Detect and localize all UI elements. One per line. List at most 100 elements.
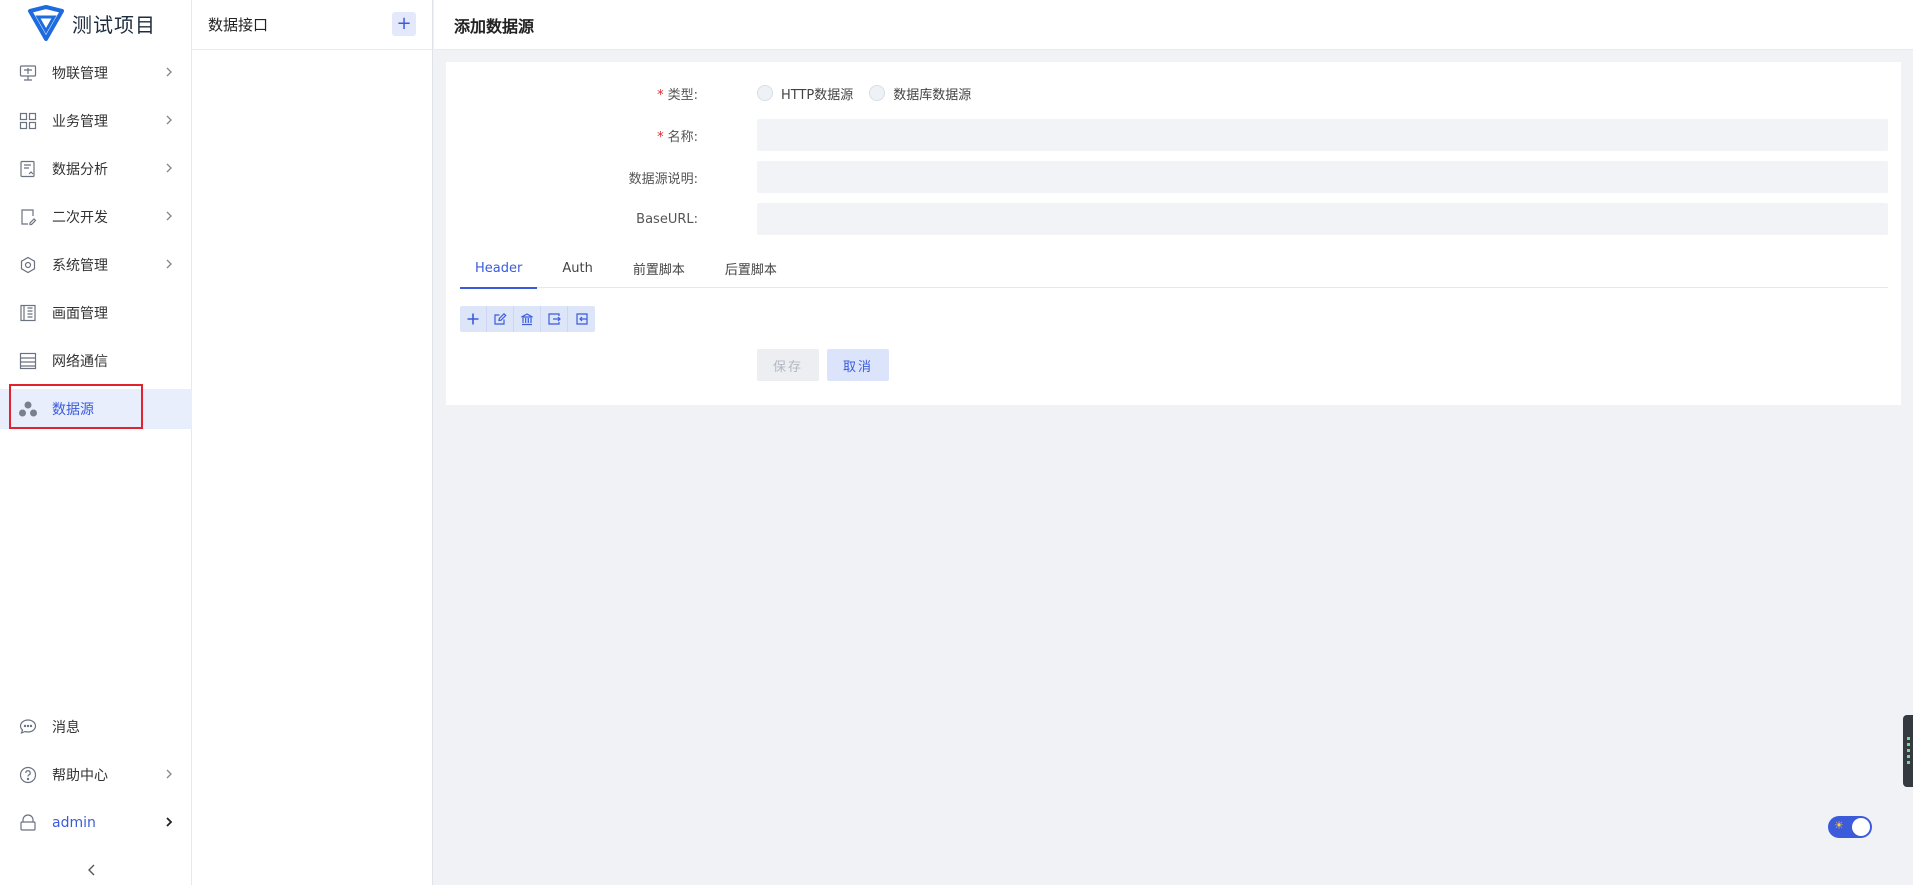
logo-icon xyxy=(28,5,64,41)
sidebar-item-label: 业务管理 xyxy=(52,114,108,130)
sidebar-item-dev[interactable]: 二次开发 xyxy=(0,197,192,237)
baseurl-input[interactable] xyxy=(757,203,1888,235)
radio-dot[interactable] xyxy=(757,85,773,101)
required-mark: * xyxy=(657,129,664,145)
cancel-button[interactable]: 取消 xyxy=(827,349,889,381)
toggle-knob xyxy=(1852,818,1870,836)
chevron-right-icon xyxy=(166,769,172,779)
sidebar: 测试项目 物联管理 业务管理 数据分析 二次开发 系统管理 画面管理 网络通信 … xyxy=(0,0,192,885)
help-circle-icon xyxy=(18,765,38,785)
import-icon xyxy=(575,313,588,325)
tab-pre-script[interactable]: 前置脚本 xyxy=(618,248,700,288)
network-list-icon xyxy=(18,351,38,371)
level-bar xyxy=(1907,755,1910,758)
type-radio-group: HTTP数据源 数据库数据源 xyxy=(757,84,987,103)
header-toolbar xyxy=(460,306,595,332)
baseurl-label: BaseURL: xyxy=(636,211,698,227)
page-title: 添加数据源 xyxy=(454,16,535,36)
radio-dot[interactable] xyxy=(869,85,886,101)
type-row: * 类型: HTTP数据源 数据库数据源 xyxy=(446,77,1901,109)
interface-panel: 数据接口 + xyxy=(192,0,433,885)
app-title: 测试项目 xyxy=(72,12,156,37)
sidebar-item-analysis[interactable]: 数据分析 xyxy=(0,149,192,189)
side-widget-handle[interactable] xyxy=(1903,715,1913,787)
app-logo[interactable]: 测试项目 xyxy=(0,0,191,46)
sun-icon: ☀ xyxy=(1834,819,1844,832)
level-bar xyxy=(1907,749,1910,752)
sidebar-item-label: 数据分析 xyxy=(52,162,108,178)
tab-post-script[interactable]: 后置脚本 xyxy=(710,248,792,288)
sidebar-item-label: 系统管理 xyxy=(52,258,108,274)
message-bubble-icon xyxy=(18,717,38,737)
collapse-sidebar-icon[interactable] xyxy=(84,862,100,878)
chevron-right-icon xyxy=(166,67,172,77)
sidebar-item-message[interactable]: 消息 xyxy=(0,707,192,747)
sidebar-item-label: 画面管理 xyxy=(52,306,108,322)
datasource-form: * 类型: HTTP数据源 数据库数据源 * 名称: 数据源说明: BaseURL:… xyxy=(446,62,1901,405)
import-button[interactable] xyxy=(568,306,595,332)
interface-panel-header: 数据接口 + xyxy=(192,0,432,50)
add-interface-button[interactable]: + xyxy=(392,12,416,36)
radio-label: HTTP数据源 xyxy=(781,87,854,103)
gear-icon xyxy=(18,255,38,275)
sidebar-item-label: admin xyxy=(52,815,96,831)
type-option-http[interactable]: HTTP数据源 xyxy=(757,84,853,103)
level-bar xyxy=(1907,737,1910,740)
name-label: * 名称: xyxy=(657,126,698,145)
sidebar-item-canvas[interactable]: 画面管理 xyxy=(0,293,192,333)
description-input[interactable] xyxy=(757,161,1888,193)
sidebar-item-label: 消息 xyxy=(52,720,80,736)
name-label-text: 名称: xyxy=(667,129,698,145)
sidebar-item-admin[interactable]: admin xyxy=(0,803,192,843)
main-header: 添加数据源 xyxy=(434,0,1913,50)
sidebar-item-help[interactable]: 帮助中心 xyxy=(0,755,192,795)
sidebar-item-business[interactable]: 业务管理 xyxy=(0,101,192,141)
config-tabs: Header Auth 前置脚本 后置脚本 xyxy=(460,248,1888,289)
edit-icon xyxy=(494,312,507,325)
export-button[interactable] xyxy=(541,306,568,332)
description-row: 数据源说明: xyxy=(446,161,1901,193)
dev-edit-icon xyxy=(18,207,38,227)
canvas-grid-icon xyxy=(18,303,38,323)
edit-row-button[interactable] xyxy=(487,306,514,332)
theme-toggle[interactable]: ☀ xyxy=(1828,816,1872,838)
chevron-right-icon xyxy=(166,817,173,827)
sidebar-item-system[interactable]: 系统管理 xyxy=(0,245,192,285)
required-mark: * xyxy=(657,87,664,103)
type-option-database[interactable]: 数据库数据源 xyxy=(869,84,971,103)
level-bar xyxy=(1907,761,1910,764)
tab-header[interactable]: Header xyxy=(460,248,538,289)
grid-apps-icon xyxy=(18,111,38,131)
sidebar-item-label: 帮助中心 xyxy=(52,768,108,784)
bank-icon xyxy=(521,313,533,326)
sidebar-item-network[interactable]: 网络通信 xyxy=(0,341,192,381)
lock-user-icon xyxy=(18,813,38,833)
interface-panel-title: 数据接口 xyxy=(208,16,269,34)
template-button[interactable] xyxy=(514,306,541,332)
sidebar-item-label: 网络通信 xyxy=(52,354,108,370)
add-row-button[interactable] xyxy=(460,306,487,332)
datasource-nodes-icon xyxy=(18,399,38,419)
sidebar-item-label: 数据源 xyxy=(52,402,94,418)
add-icon xyxy=(467,313,479,325)
radio-label: 数据库数据源 xyxy=(893,87,972,103)
chevron-right-icon xyxy=(166,211,172,221)
save-button[interactable]: 保存 xyxy=(757,349,819,381)
baseurl-row: BaseURL: xyxy=(446,203,1901,235)
chevron-right-icon xyxy=(166,259,172,269)
sidebar-item-label: 物联管理 xyxy=(52,66,108,82)
name-input[interactable] xyxy=(757,119,1888,151)
sidebar-item-iot[interactable]: 物联管理 xyxy=(0,53,192,93)
type-label: * 类型: xyxy=(657,84,698,103)
level-bar xyxy=(1907,743,1910,746)
tab-auth[interactable]: Auth xyxy=(547,248,607,288)
report-chart-icon xyxy=(18,159,38,179)
name-row: * 名称: xyxy=(446,119,1901,151)
chevron-right-icon xyxy=(166,115,172,125)
chevron-right-icon xyxy=(166,163,172,173)
description-label: 数据源说明: xyxy=(628,171,698,187)
sidebar-item-datasource[interactable]: 数据源 xyxy=(0,389,192,429)
export-icon xyxy=(548,313,561,325)
sidebar-item-label: 二次开发 xyxy=(52,210,108,226)
type-label-text: 类型: xyxy=(667,87,698,103)
